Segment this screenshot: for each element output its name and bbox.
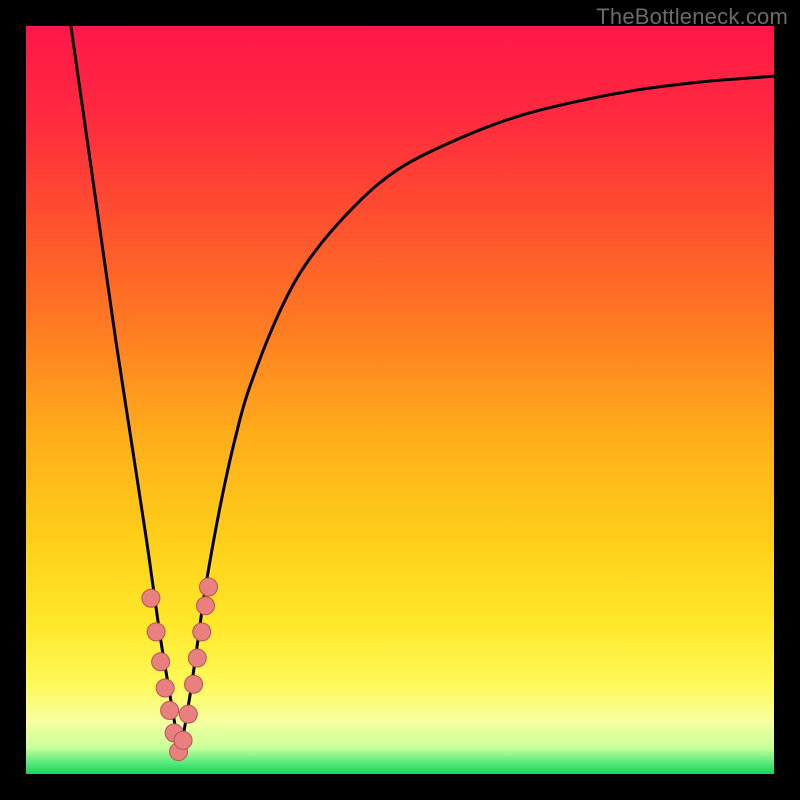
sample-dot <box>179 705 197 723</box>
sample-dot <box>174 731 192 749</box>
watermark-text: TheBottleneck.com <box>596 4 788 30</box>
sample-dot <box>185 675 203 693</box>
plot-area <box>26 26 774 774</box>
sample-dot <box>147 623 165 641</box>
sample-dot <box>188 649 206 667</box>
gradient-bg <box>26 26 774 774</box>
sample-dot <box>156 679 174 697</box>
bottleneck-chart-svg <box>26 26 774 774</box>
chart-frame: TheBottleneck.com <box>0 0 800 800</box>
sample-dot <box>152 653 170 671</box>
sample-dot <box>193 623 211 641</box>
sample-dot <box>200 578 218 596</box>
sample-dot <box>161 701 179 719</box>
sample-dot <box>142 589 160 607</box>
sample-dot <box>197 597 215 615</box>
